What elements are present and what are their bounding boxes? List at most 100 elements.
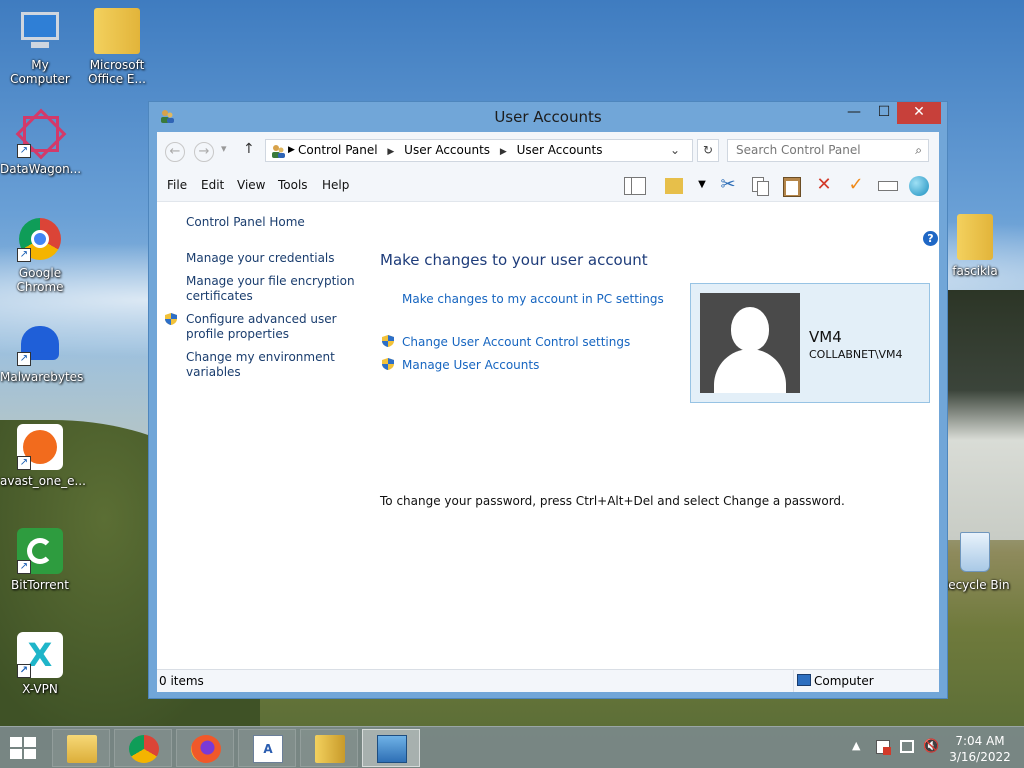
taskbar-folder[interactable]	[300, 729, 358, 767]
address-dropdown-icon[interactable]: ⌄	[670, 140, 680, 161]
desktop-icon-label: avast_one_e...	[0, 474, 86, 488]
paste-icon[interactable]	[779, 174, 805, 198]
menu-tools[interactable]: Tools	[278, 178, 308, 192]
back-button[interactable]: ←	[165, 142, 185, 162]
avast-icon: ↗	[17, 424, 63, 470]
computer-icon	[797, 674, 811, 686]
shortcut-arrow-icon: ↗	[17, 352, 31, 366]
link-uac-settings[interactable]: Change User Account Control settings	[402, 335, 630, 349]
file-explorer-icon	[67, 735, 97, 763]
desktop-icon-avast[interactable]: ↗ avast_one_e...	[0, 424, 86, 488]
folder-options-dropdown-icon[interactable]: ▼	[689, 174, 715, 198]
desktop-icon-label: Microsoft Office E...	[88, 58, 146, 86]
desktop-icon-label: BitTorrent	[11, 578, 69, 592]
taskbar-control-panel[interactable]	[362, 729, 420, 767]
menu-edit[interactable]: Edit	[201, 178, 224, 192]
taskbar-firefox[interactable]	[176, 729, 234, 767]
desktop-icon-bittorrent[interactable]: ↗ BitTorrent	[0, 528, 80, 592]
control-panel-icon	[272, 145, 285, 158]
status-item-count: 0 items	[159, 674, 204, 688]
taskbar-clock[interactable]: 7:04 AM 3/16/2022	[942, 733, 1018, 765]
x-vpn-icon: X ↗	[17, 632, 63, 678]
shortcut-arrow-icon: ↗	[17, 144, 31, 158]
sidebar-link-manage-credentials[interactable]: Manage your credentials	[186, 251, 356, 266]
maximize-button[interactable]: ☐	[869, 102, 899, 124]
menu-file[interactable]: File	[167, 178, 187, 192]
window-titlebar[interactable]: User Accounts — ☐ ✕	[149, 102, 947, 132]
link-manage-user-accounts[interactable]: Manage User Accounts	[402, 358, 539, 372]
forward-button[interactable]: →	[194, 142, 214, 162]
computer-icon	[17, 8, 63, 54]
link-pc-settings[interactable]: Make changes to my account in PC setting…	[402, 292, 664, 306]
sidebar-link-advanced-profile[interactable]: Configure advanced user profile properti…	[186, 312, 356, 342]
menu-help[interactable]: Help	[322, 178, 349, 192]
status-bar: 0 items Computer	[157, 669, 939, 692]
user-name: VM4	[809, 328, 842, 346]
taskbar-file-explorer[interactable]	[52, 729, 110, 767]
search-input[interactable]: Search Control Panel ⌕	[727, 139, 929, 162]
menu-toolbar: File Edit View Tools Help ▼ ✂ ✕ ✓	[157, 170, 939, 202]
content-area: Control Panel Home Manage your credentia…	[157, 202, 939, 668]
minimize-button[interactable]: —	[839, 102, 869, 124]
desktop-icon-google-chrome[interactable]: ↗ Google Chrome	[0, 216, 80, 294]
avatar	[700, 293, 800, 393]
desktop-icon-my-computer[interactable]: My Computer	[0, 8, 80, 86]
layout-pane-icon[interactable]	[621, 174, 647, 198]
user-account-card: VM4 COLLABNET\VM4	[690, 283, 930, 403]
password-note: To change your password, press Ctrl+Alt+…	[380, 494, 845, 508]
datawagon-icon: ↗	[15, 108, 67, 160]
breadcrumb-separator: ▶	[387, 147, 395, 157]
desktop-icon-x-vpn[interactable]: X ↗ X-VPN	[0, 632, 80, 696]
desktop-background-house	[948, 290, 1024, 540]
uac-shield-icon	[382, 358, 394, 370]
menu-view[interactable]: View	[237, 178, 265, 192]
desktop-icon-label: Google Chrome	[16, 266, 64, 294]
address-toolbar: ← → ▾ ↑ ▶ Control Panel ▶ User Accounts …	[157, 132, 939, 170]
control-panel-icon	[377, 735, 407, 763]
close-button[interactable]: ✕	[897, 102, 941, 124]
delete-icon[interactable]: ✕	[811, 174, 837, 198]
status-location-label: Computer	[814, 674, 874, 688]
window-title: User Accounts	[494, 108, 602, 126]
refresh-button[interactable]: ↻	[697, 139, 719, 162]
breadcrumb-user-accounts-current[interactable]: User Accounts	[517, 140, 603, 161]
network-icon[interactable]	[900, 740, 914, 753]
sidebar-link-control-panel-home[interactable]: Control Panel Home	[186, 215, 356, 230]
user-domain: COLLABNET\VM4	[809, 348, 903, 361]
volume-muted-icon[interactable]: 🔇	[923, 739, 939, 754]
rename-icon[interactable]	[875, 174, 901, 198]
breadcrumb-separator: ▶	[288, 145, 295, 155]
sidebar-link-file-encryption[interactable]: Manage your file encryption certificates	[186, 274, 356, 304]
help-icon[interactable]: ?	[923, 231, 938, 246]
folder-options-icon[interactable]	[661, 174, 687, 198]
properties-check-icon[interactable]: ✓	[843, 174, 869, 198]
up-button[interactable]: ↑	[243, 141, 255, 157]
breadcrumb-user-accounts[interactable]: User Accounts	[404, 140, 490, 161]
recent-locations-button[interactable]: ▾	[221, 142, 227, 155]
taskbar-chrome[interactable]	[114, 729, 172, 767]
desktop-icon-malwarebytes[interactable]: ↗ Malwarebytes	[0, 320, 83, 384]
user-accounts-window: User Accounts — ☐ ✕ ← → ▾ ↑ ▶ Control Pa…	[148, 101, 948, 699]
address-bar[interactable]: ▶ Control Panel ▶ User Accounts ▶ User A…	[265, 139, 693, 162]
network-globe-icon[interactable]	[907, 174, 933, 198]
clock-date: 3/16/2022	[949, 750, 1011, 764]
shortcut-arrow-icon: ↗	[17, 248, 31, 262]
uac-shield-icon	[165, 313, 177, 325]
page-heading: Make changes to your user account	[380, 251, 648, 269]
breadcrumb-control-panel[interactable]: Control Panel	[298, 140, 378, 161]
action-center-flag-icon[interactable]	[876, 740, 891, 755]
taskbar-wordpad[interactable]: A	[238, 729, 296, 767]
tray-overflow-chevron-icon[interactable]: ▲	[852, 739, 860, 752]
search-icon[interactable]: ⌕	[915, 140, 922, 161]
copy-icon[interactable]	[747, 174, 773, 198]
desktop-icon-office[interactable]: Microsoft Office E...	[77, 8, 157, 86]
desktop-icon-datawagon[interactable]: ↗ DataWagon...	[0, 108, 81, 176]
sidebar-link-environment-variables[interactable]: Change my environment variables	[186, 350, 356, 380]
folder-icon	[957, 214, 993, 260]
start-button[interactable]	[10, 737, 38, 761]
malwarebytes-icon: ↗	[17, 320, 63, 366]
uac-shield-icon	[382, 335, 394, 347]
recycle-bin-icon	[952, 528, 998, 574]
shortcut-arrow-icon: ↗	[17, 560, 31, 574]
cut-icon[interactable]: ✂	[715, 174, 741, 198]
